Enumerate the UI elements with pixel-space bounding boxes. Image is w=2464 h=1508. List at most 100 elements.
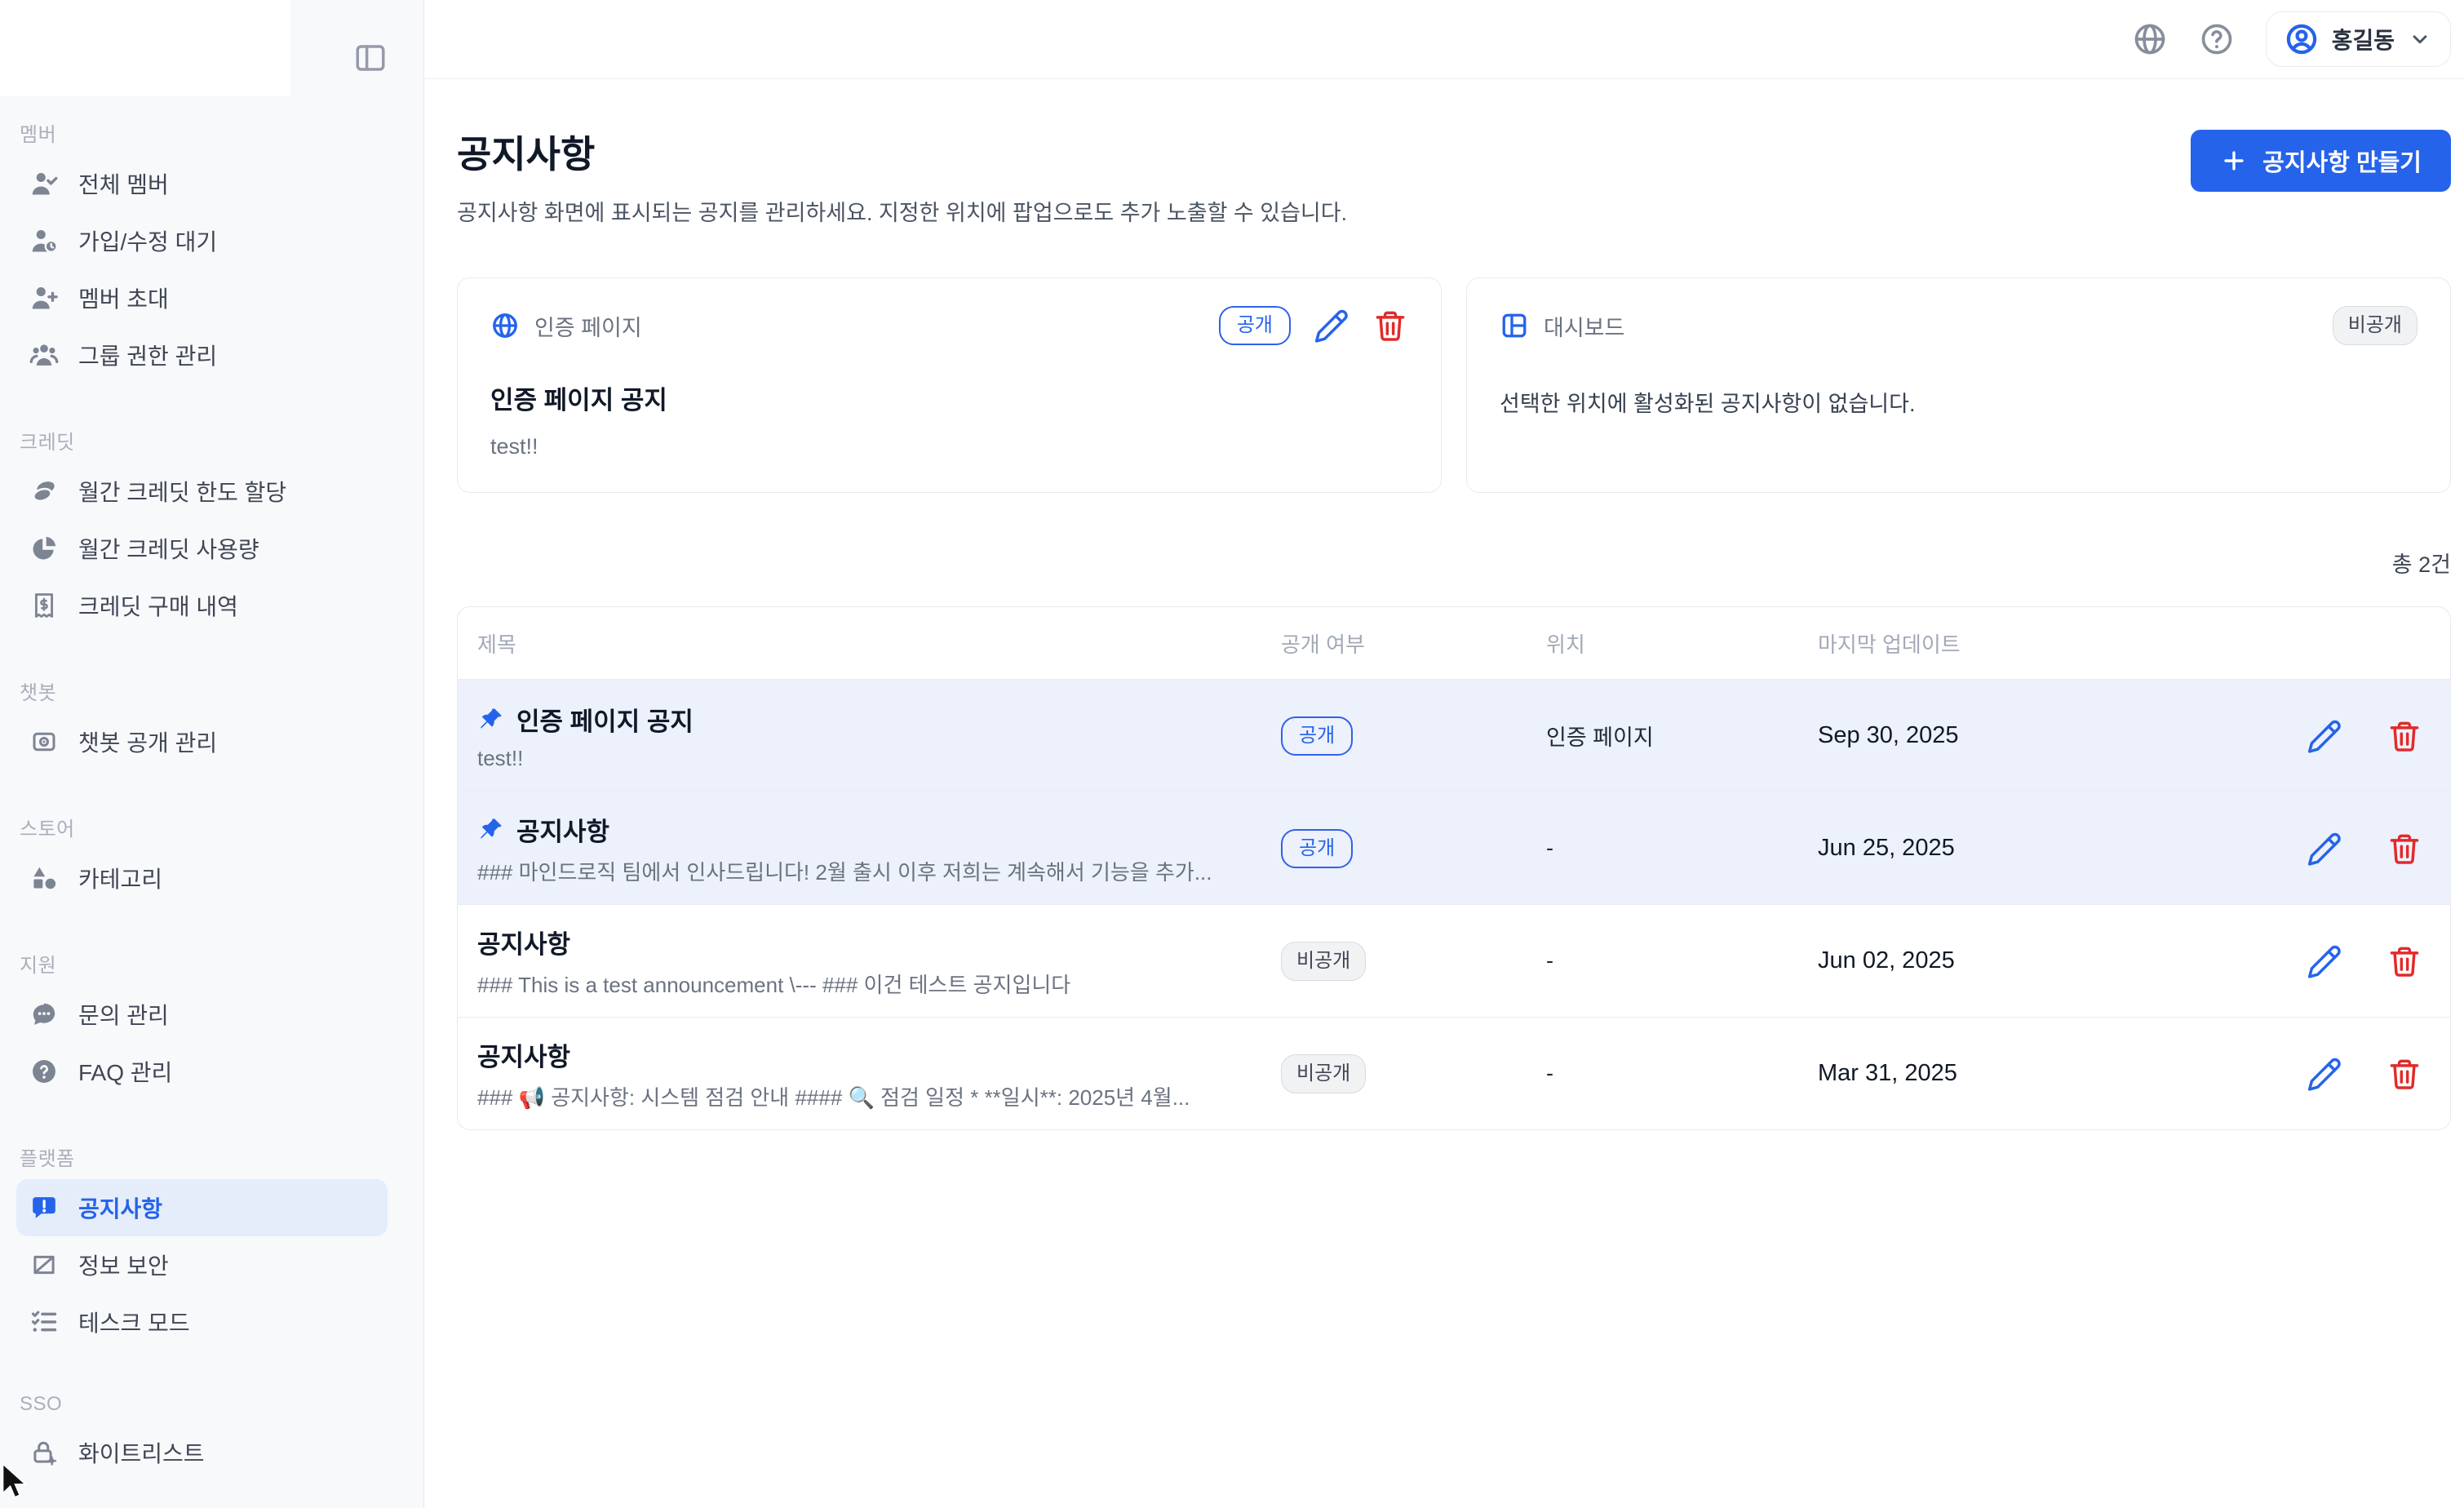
row-excerpt: test!! [477, 746, 1236, 771]
sidebar: 멤버 전체 멤버 가입/수정 대기 멤버 초대 그룹 권한 관리 크레딧 월간 … [0, 0, 424, 1508]
row-title: 공지사항 [516, 811, 609, 848]
sidebar-item-credit-usage[interactable]: 월간 크레딧 사용량 [16, 520, 388, 577]
card-empty-text: 선택한 위치에 활성화된 공지사항이 없습니다. [1500, 386, 2417, 418]
question-circle-icon [29, 1057, 59, 1086]
sidebar-item-whitelist[interactable]: 화이트리스트 [16, 1424, 388, 1481]
sidebar-section-store: 스토어 [20, 813, 388, 841]
location-cards: 인증 페이지 공개 인증 페이지 공지 test!! 대시보드 [457, 277, 2451, 493]
user-menu-button[interactable]: 홍길동 [2266, 11, 2451, 67]
lock-gear-icon [29, 1438, 59, 1467]
delete-button[interactable] [1372, 308, 1408, 344]
row-location: - [1546, 836, 1818, 861]
row-title: 공지사항 [477, 1036, 570, 1073]
row-title: 인증 페이지 공지 [516, 701, 694, 738]
table-row[interactable]: 공지사항 ### 📢 공지사항: 시스템 점검 안내 #### 🔍 점검 일정 … [458, 1017, 2450, 1129]
status-badge-private: 비공개 [1281, 942, 1366, 981]
table-header: 제목 공개 여부 위치 마지막 업데이트 [458, 607, 2450, 679]
row-excerpt: ### This is a test announcement \--- ###… [477, 969, 1236, 999]
sidebar-item-label: 공지사항 [78, 1191, 162, 1224]
delete-button[interactable] [2386, 943, 2422, 979]
card-announcement-title: 인증 페이지 공지 [490, 379, 1408, 416]
page-head: 공지사항 공지사항 화면에 표시되는 공지를 관리하세요. 지정한 위치에 팝업… [457, 125, 2451, 227]
status-badge-public: 공개 [1281, 716, 1353, 756]
location-card-auth-page: 인증 페이지 공개 인증 페이지 공지 test!! [457, 277, 1442, 493]
page-subtitle: 공지사항 화면에 표시되는 공지를 관리하세요. 지정한 위치에 팝업으로도 추… [457, 195, 1347, 227]
sidebar-item-faq[interactable]: FAQ 관리 [16, 1043, 388, 1100]
receipt-icon [29, 591, 59, 620]
edit-button[interactable] [1314, 308, 1349, 344]
row-excerpt: ### 📢 공지사항: 시스템 점검 안내 #### 🔍 점검 일정 * **일… [477, 1081, 1236, 1111]
user-name: 홍길동 [2332, 23, 2395, 55]
table-row[interactable]: 인증 페이지 공지 test!! 공개 인증 페이지 Sep 30, 2025 [458, 679, 2450, 792]
sidebar-item-credit-limit[interactable]: 월간 크레딧 한도 할당 [16, 463, 388, 520]
column-visibility: 공개 여부 [1281, 628, 1546, 659]
edit-button[interactable] [2307, 943, 2342, 979]
sidebar-item-label: 월간 크레딧 한도 할당 [78, 475, 286, 508]
delete-button[interactable] [2386, 1056, 2422, 1092]
chevron-down-icon [2408, 27, 2432, 51]
sidebar-nav: 멤버 전체 멤버 가입/수정 대기 멤버 초대 그룹 권한 관리 크레딧 월간 … [0, 110, 423, 1508]
chat-dots-icon [29, 1000, 59, 1029]
edit-button[interactable] [2307, 831, 2342, 867]
table-row[interactable]: 공지사항 ### This is a test announcement \--… [458, 904, 2450, 1017]
status-badge-private: 비공개 [1281, 1054, 1366, 1093]
create-announcement-button[interactable]: 공지사항 만들기 [2191, 130, 2451, 192]
sidebar-item-credit-purchases[interactable]: 크레딧 구매 내역 [16, 577, 388, 634]
row-updated: Mar 31, 2025 [1818, 1060, 2291, 1087]
sidebar-item-invite-member[interactable]: 멤버 초대 [16, 269, 388, 326]
dashboard-icon [1500, 311, 1529, 340]
card-announcement-body: test!! [490, 434, 1408, 459]
sidebar-section-platform: 플랫폼 [20, 1142, 388, 1171]
pin-icon [477, 815, 505, 843]
sidebar-item-info-security[interactable]: 정보 보안 [16, 1236, 388, 1293]
row-location: - [1546, 1061, 1818, 1086]
sidebar-item-all-members[interactable]: 전체 멤버 [16, 155, 388, 212]
delete-button[interactable] [2386, 831, 2422, 867]
globe-icon [2132, 21, 2168, 57]
row-updated: Sep 30, 2025 [1818, 722, 2291, 749]
edit-button[interactable] [2307, 1056, 2342, 1092]
sidebar-item-label: 챗봇 공개 관리 [78, 725, 217, 758]
row-location: - [1546, 948, 1818, 974]
sidebar-collapse-button[interactable] [353, 41, 388, 75]
sidebar-section-credits: 크레딧 [20, 426, 388, 455]
sidebar-item-group-permissions[interactable]: 그룹 권한 관리 [16, 326, 388, 384]
sidebar-header [0, 0, 423, 110]
user-clock-icon [29, 226, 59, 255]
sidebar-item-label: 월간 크레딧 사용량 [78, 532, 259, 565]
table-row[interactable]: 공지사항 ### 마인드로직 팀에서 인사드립니다! 2월 출시 이후 저희는 … [458, 792, 2450, 904]
sidebar-item-label: 그룹 권한 관리 [78, 339, 217, 371]
edit-button[interactable] [2307, 718, 2342, 754]
sidebar-section-support: 지원 [20, 949, 388, 978]
sidebar-item-announcements[interactable]: 공지사항 [16, 1179, 388, 1236]
sidebar-item-label: 카테고리 [78, 862, 162, 894]
sidebar-item-pending-members[interactable]: 가입/수정 대기 [16, 212, 388, 269]
sidebar-item-label: 멤버 초대 [78, 282, 169, 314]
help-button[interactable] [2199, 21, 2235, 57]
page-title: 공지사항 [457, 125, 1347, 179]
topbar: 홍길동 [424, 0, 2464, 79]
delete-button[interactable] [2386, 718, 2422, 754]
location-label: 인증 페이지 [534, 310, 642, 342]
slashed-box-icon [29, 1250, 59, 1280]
language-button[interactable] [2132, 21, 2168, 57]
content: 공지사항 공지사항 화면에 표시되는 공지를 관리하세요. 지정한 위치에 팝업… [424, 79, 2464, 1508]
status-badge-public: 공개 [1219, 306, 1291, 345]
sidebar-item-categories[interactable]: 카테고리 [16, 849, 388, 907]
sidebar-item-label: 크레딧 구매 내역 [78, 589, 238, 622]
sidebar-item-chatbot-visibility[interactable]: 챗봇 공개 관리 [16, 713, 388, 770]
announcements-table: 제목 공개 여부 위치 마지막 업데이트 인증 페이지 공지 test!! 공개… [457, 606, 2451, 1130]
row-updated: Jun 25, 2025 [1818, 835, 2291, 862]
row-location: 인증 페이지 [1546, 720, 1818, 752]
sidebar-item-task-mode[interactable]: 테스크 모드 [16, 1293, 388, 1351]
sidebar-item-label: 테스크 모드 [78, 1306, 190, 1338]
sidebar-item-inquiries[interactable]: 문의 관리 [16, 986, 388, 1043]
column-title: 제목 [477, 628, 1281, 659]
globe-icon [490, 311, 520, 340]
column-location: 위치 [1546, 628, 1818, 659]
create-announcement-label: 공지사항 만들기 [2262, 144, 2422, 178]
user-check-icon [29, 169, 59, 198]
users-group-icon [29, 340, 59, 370]
logo-area [0, 0, 290, 96]
pie-chart-icon [29, 534, 59, 563]
